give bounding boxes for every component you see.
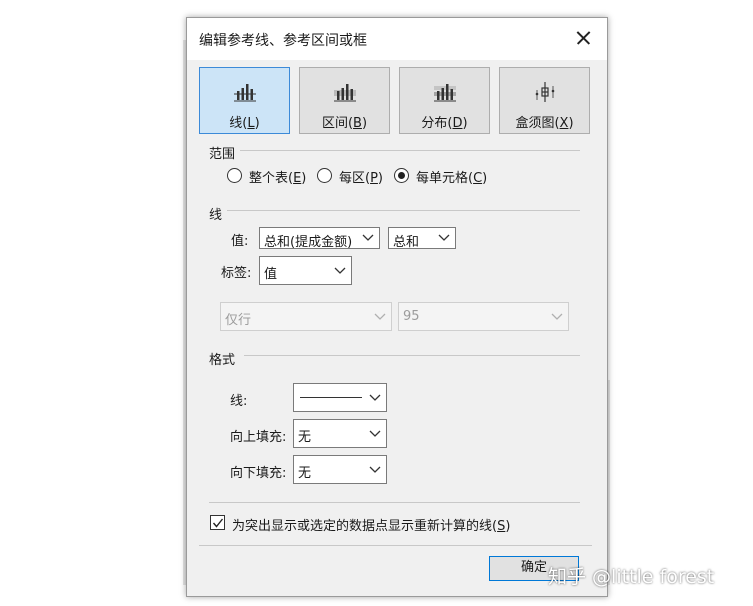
watermark: 知乎 @little forest	[548, 566, 715, 588]
tab-distribution[interactable]: 分布(D)	[399, 67, 490, 134]
line-style-preview	[300, 397, 362, 398]
format-line-label: 线:	[230, 394, 248, 409]
scope-divider	[240, 150, 580, 151]
tab-distribution-label: 分布(D)	[421, 116, 468, 131]
scope-per-pane-label: 每区(P)	[339, 171, 383, 186]
scope-heading: 范围	[209, 147, 236, 162]
chevron-down-icon	[369, 430, 381, 437]
scope-entire-table-radio[interactable]	[227, 168, 242, 183]
dialog-title: 编辑参考线、参考区间或框	[199, 33, 367, 49]
tab-line-label: 线(L)	[229, 116, 260, 131]
chevron-down-icon	[551, 313, 563, 320]
chevron-down-icon	[362, 234, 374, 241]
distribution-icon	[434, 84, 456, 102]
chevron-down-icon	[334, 267, 346, 274]
fill-below-select[interactable]: 无	[293, 455, 387, 484]
recalc-divider	[209, 502, 580, 503]
line-style-select[interactable]	[293, 383, 387, 412]
value-field-text: 总和(提成金额)	[264, 235, 353, 250]
fill-above-select[interactable]: 无	[293, 419, 387, 448]
disabled-percentile-text: 95	[403, 309, 420, 324]
scope-entire-table-label: 整个表(E)	[249, 171, 307, 186]
disabled-percentile-select[interactable]: 95	[398, 302, 569, 331]
tab-line[interactable]: 线(L)	[199, 67, 290, 134]
footer-divider	[199, 545, 592, 546]
title-bar: 编辑参考线、参考区间或框	[187, 18, 607, 60]
scope-per-cell-label: 每单元格(C)	[416, 171, 488, 186]
fill-above-text: 无	[298, 430, 312, 445]
value-aggregation-text: 总和	[393, 235, 420, 250]
tab-box-plot[interactable]: 盒须图(X)	[499, 67, 590, 134]
chevron-down-icon	[374, 313, 386, 320]
fill-below-label: 向下填充:	[230, 466, 287, 481]
chevron-down-icon	[369, 394, 381, 401]
checkmark-icon	[212, 518, 224, 528]
fill-above-label: 向上填充:	[230, 430, 287, 445]
tag-text: 值	[264, 267, 278, 282]
scope-per-pane-radio[interactable]	[317, 168, 332, 183]
tag-label: 标签:	[221, 266, 252, 281]
format-divider	[244, 355, 580, 356]
chevron-down-icon	[438, 234, 450, 241]
tab-band[interactable]: 区间(B)	[299, 67, 390, 134]
close-icon[interactable]	[569, 24, 597, 52]
disabled-scope-text: 仅行	[225, 313, 252, 328]
disabled-scope-select[interactable]: 仅行	[220, 302, 392, 331]
tab-box-plot-label: 盒须图(X)	[515, 116, 574, 131]
line-divider	[227, 210, 580, 211]
recalc-checkbox[interactable]	[210, 515, 225, 530]
scope-per-cell-radio[interactable]	[394, 168, 409, 183]
value-aggregation-select[interactable]: 总和	[388, 227, 456, 250]
tab-band-label: 区间(B)	[321, 116, 368, 131]
reference-band-icon	[334, 84, 356, 102]
format-heading: 格式	[209, 353, 236, 368]
reference-line-dialog: 编辑参考线、参考区间或框 线(L) 区间(B) 分布(D) 盒须图(X) 范围 …	[186, 17, 608, 597]
reference-line-icon	[234, 84, 256, 102]
tag-select[interactable]: 值	[259, 256, 352, 285]
value-label: 值:	[231, 234, 249, 249]
line-heading: 线	[209, 208, 223, 223]
chevron-down-icon	[369, 466, 381, 473]
value-field-select[interactable]: 总和(提成金额)	[259, 227, 380, 250]
box-plot-icon	[535, 82, 555, 102]
recalc-label: 为突出显示或选定的数据点显示重新计算的线(S)	[232, 519, 511, 534]
fill-below-text: 无	[298, 466, 312, 481]
